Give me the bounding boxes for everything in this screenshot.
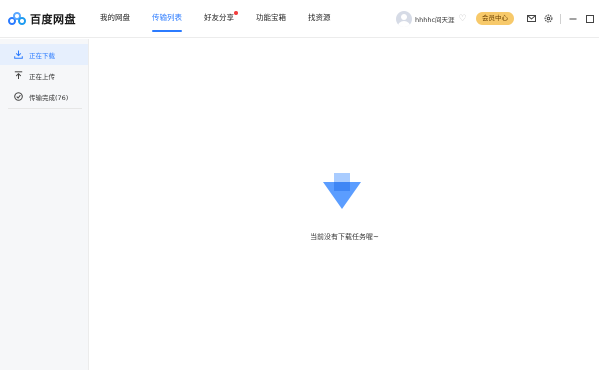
sidebar-item-label: 正在下载	[29, 51, 55, 60]
notification-dot	[234, 11, 238, 15]
sidebar-item-completed[interactable]: 传输完成(76)	[0, 86, 88, 107]
transfer-main-area: 当前没有下载任务喔~	[90, 39, 599, 370]
sidebar-item-downloading[interactable]: 正在下载	[0, 44, 88, 65]
tab-transfer-list[interactable]: 传输列表	[152, 0, 182, 38]
empty-state-message: 当前没有下载任务喔~	[310, 233, 379, 241]
tab-toolbox[interactable]: 功能宝箱	[256, 0, 286, 38]
sidebar-divider	[8, 108, 82, 109]
tab-friend-share[interactable]: 好友分享	[204, 0, 238, 38]
diamond-icon[interactable]: ♡	[458, 14, 468, 24]
maximize-icon[interactable]	[584, 13, 595, 24]
avatar[interactable]	[396, 11, 412, 27]
window-controls-divider	[560, 13, 561, 24]
sidebar-item-label: 正在上传	[29, 72, 55, 81]
tab-my-disk[interactable]: 我的网盘	[100, 0, 130, 38]
transfer-sidebar: 正在下载 正在上传 传输完成(76)	[0, 39, 89, 370]
main-nav: 我的网盘 传输列表 好友分享 功能宝箱 找资源	[100, 0, 353, 38]
app-logo[interactable]: 百度网盘	[8, 9, 76, 29]
check-circle-icon	[14, 92, 23, 101]
username[interactable]: hhhhc间天涯	[415, 14, 455, 24]
app-title: 百度网盘	[30, 13, 76, 26]
baidu-netdisk-logo-icon	[8, 12, 26, 26]
sidebar-item-uploading[interactable]: 正在上传	[0, 65, 88, 86]
minimize-icon[interactable]	[567, 13, 578, 24]
empty-download-arrow-icon	[321, 171, 363, 213]
window-controls	[526, 13, 599, 24]
upload-icon	[14, 71, 23, 80]
settings-gear-icon[interactable]	[543, 13, 554, 24]
user-info[interactable]: hhhhc间天涯 ♡	[396, 10, 468, 28]
mail-icon[interactable]	[526, 13, 537, 24]
download-icon	[14, 50, 23, 59]
vip-center-button[interactable]: 会员中心	[476, 12, 514, 25]
tab-find-resources[interactable]: 找资源	[308, 0, 331, 38]
sidebar-item-label: 传输完成(76)	[29, 93, 69, 102]
top-bar: 百度网盘 我的网盘 传输列表 好友分享 功能宝箱 找资源 hhhhc间天涯 ♡ …	[0, 0, 599, 38]
tab-friend-share-label: 好友分享	[204, 13, 234, 22]
